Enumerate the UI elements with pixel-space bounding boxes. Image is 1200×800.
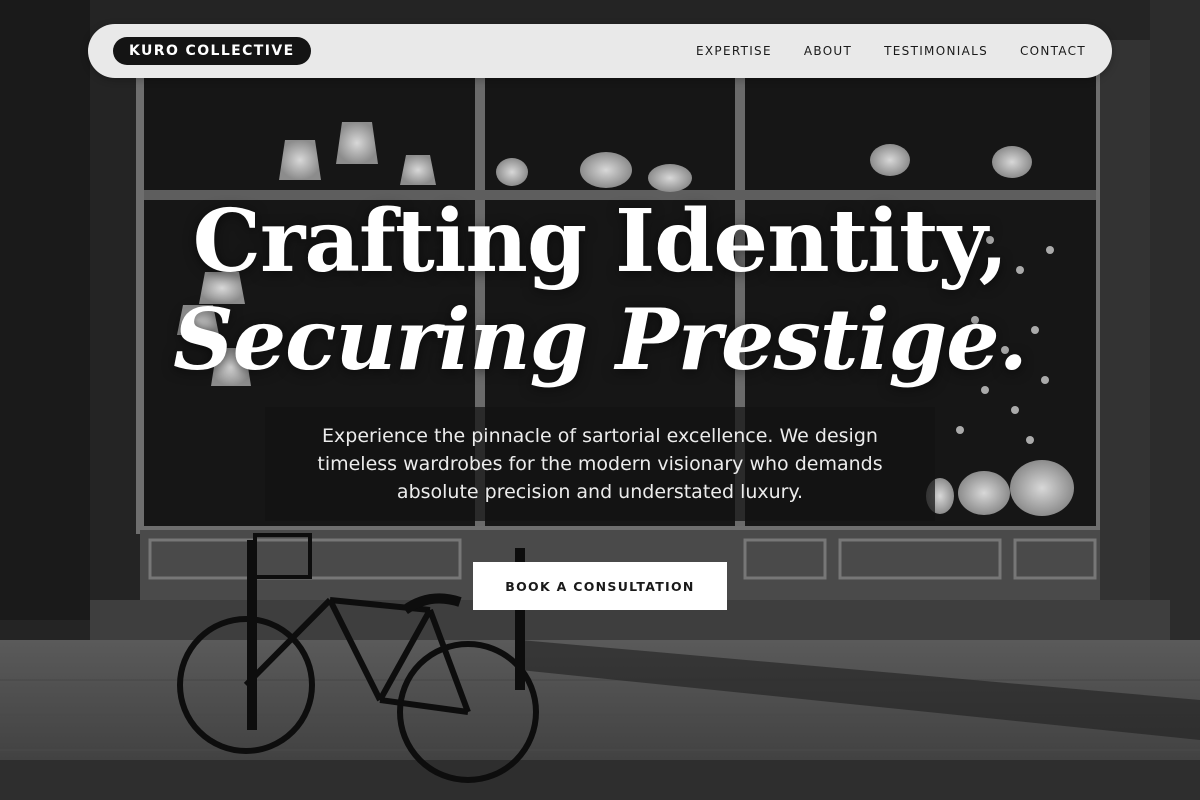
hero-subtitle-panel: Experience the pinnacle of sartorial exc… <box>265 407 935 521</box>
hero-subtitle: Experience the pinnacle of sartorial exc… <box>317 425 883 503</box>
top-navigation: KURO COLLECTIVE EXPERTISE ABOUT TESTIMON… <box>88 24 1112 78</box>
nav-menu: EXPERTISE ABOUT TESTIMONIALS CONTACT <box>696 44 1086 58</box>
nav-link-expertise[interactable]: EXPERTISE <box>696 44 772 58</box>
nav-link-testimonials[interactable]: TESTIMONIALS <box>884 44 988 58</box>
hero-title-line2: Securing Prestige. <box>173 290 1028 389</box>
nav-link-contact[interactable]: CONTACT <box>1020 44 1086 58</box>
brand-logo[interactable]: KURO COLLECTIVE <box>113 37 311 65</box>
hero-background-photo <box>0 0 1200 800</box>
hero-title: Crafting Identity, Securing Prestige. <box>0 194 1200 390</box>
hero-title-line1: Crafting Identity, <box>192 191 1009 292</box>
nav-link-about[interactable]: ABOUT <box>804 44 852 58</box>
storefront-photo <box>0 0 1200 800</box>
book-consultation-button[interactable]: BOOK A CONSULTATION <box>473 562 727 610</box>
